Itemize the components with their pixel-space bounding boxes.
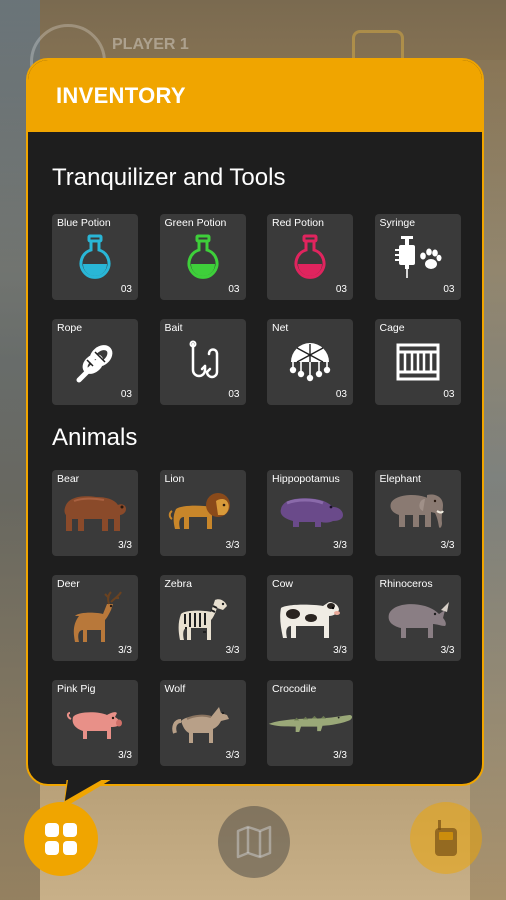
item-count: 3/3	[225, 750, 240, 761]
item-label: Red Potion	[272, 217, 324, 229]
item-count: 03	[228, 389, 240, 400]
item-count: 3/3	[118, 750, 132, 761]
item-blue-potion[interactable]: Blue Potion 03	[52, 214, 138, 300]
net-icon	[267, 337, 353, 387]
item-label: Crocodile	[272, 683, 317, 695]
red-potion-icon	[267, 232, 353, 282]
item-count: 3/3	[333, 645, 347, 656]
item-label: Hippopotamus	[272, 473, 340, 485]
item-label: Bait	[164, 322, 183, 334]
item-count: 3/3	[440, 540, 455, 551]
walkie-talkie-button[interactable]	[410, 802, 482, 874]
grid-menu-icon	[45, 823, 77, 855]
animal-zebra[interactable]: Zebra 3/3	[159, 575, 246, 661]
item-red-potion[interactable]: Red Potion 03	[267, 214, 353, 300]
item-label: Syringe	[379, 217, 416, 229]
item-bait[interactable]: Bait 03	[159, 319, 246, 405]
item-count: 3/3	[333, 540, 347, 551]
tools-grid: Blue Potion 03 Green Potion 03 Red Potio…	[52, 214, 461, 405]
item-count: 3/3	[118, 645, 132, 656]
item-count: 03	[335, 284, 347, 295]
item-count: 3/3	[440, 645, 455, 656]
tools-section-title: Tranquilizer and Tools	[52, 164, 286, 191]
animal-deer[interactable]: Deer 3/3	[52, 575, 138, 661]
syringe-icon	[375, 232, 461, 282]
item-net[interactable]: Net 03	[267, 319, 353, 405]
item-green-potion[interactable]: Green Potion 03	[159, 214, 246, 300]
elephant-icon	[375, 488, 461, 538]
bait-hook-icon	[160, 337, 246, 387]
animals-grid: Bear 3/3 Lion 3/3 Hippopotamus 3/3 Eleph…	[52, 470, 461, 766]
animal-lion[interactable]: Lion 3/3	[159, 470, 246, 556]
item-label: Net	[272, 322, 289, 334]
item-count: 3/3	[333, 750, 347, 761]
item-label: Cow	[272, 578, 294, 590]
inventory-title: INVENTORY	[56, 83, 186, 108]
item-count: 3/3	[225, 645, 240, 656]
item-count: 3/3	[118, 540, 132, 551]
pig-icon	[52, 698, 138, 748]
crocodile-icon	[267, 698, 353, 748]
item-label: Deer	[57, 578, 80, 590]
item-label: Rhinoceros	[379, 578, 433, 590]
item-label: Lion	[164, 473, 185, 485]
lion-icon	[160, 488, 246, 538]
inventory-header: INVENTORY	[28, 60, 482, 132]
item-label: Pink Pig	[57, 683, 96, 695]
zebra-icon	[160, 593, 246, 643]
item-label: Bear	[57, 473, 80, 485]
animal-cow[interactable]: Cow 3/3	[267, 575, 353, 661]
map-icon	[236, 825, 272, 859]
rope-icon	[52, 337, 138, 387]
deer-icon	[52, 591, 138, 643]
item-cage[interactable]: Cage 03	[374, 319, 461, 405]
player-label: PLAYER 1	[112, 36, 189, 53]
wolf-icon	[160, 698, 246, 748]
item-count: 03	[120, 284, 132, 295]
cage-icon	[375, 337, 461, 387]
map-button[interactable]	[218, 806, 290, 878]
item-count: 03	[228, 284, 240, 295]
item-label: Blue Potion	[57, 217, 111, 229]
inventory-menu-button[interactable]	[24, 802, 98, 876]
bear-icon	[52, 488, 138, 538]
item-rope[interactable]: Rope 03	[52, 319, 138, 405]
item-label: Wolf	[164, 683, 186, 695]
item-count: 03	[335, 389, 347, 400]
item-count: 03	[443, 389, 455, 400]
item-count: 03	[443, 284, 455, 295]
animal-hippopotamus[interactable]: Hippopotamus 3/3	[267, 470, 353, 556]
item-label: Rope	[57, 322, 83, 334]
green-potion-icon	[160, 232, 246, 282]
item-label: Green Potion	[164, 217, 227, 229]
animal-pink-pig[interactable]: Pink Pig 3/3	[52, 680, 138, 766]
walkie-talkie-icon	[435, 820, 457, 856]
item-count: 03	[120, 389, 132, 400]
animal-wolf[interactable]: Wolf 3/3	[159, 680, 246, 766]
animals-section-title: Animals	[52, 424, 138, 451]
item-count: 3/3	[225, 540, 240, 551]
rhino-icon	[375, 593, 461, 643]
item-label: Cage	[379, 322, 405, 334]
item-label: Zebra	[164, 578, 192, 590]
animal-bear[interactable]: Bear 3/3	[52, 470, 138, 556]
animal-rhinoceros[interactable]: Rhinoceros 3/3	[374, 575, 461, 661]
item-syringe[interactable]: Syringe 03	[374, 214, 461, 300]
blue-potion-icon	[52, 232, 138, 282]
item-label: Elephant	[379, 473, 421, 485]
inventory-panel: INVENTORY Tranquilizer and Tools Blue Po…	[26, 58, 484, 786]
animal-elephant[interactable]: Elephant 3/3	[374, 470, 461, 556]
animal-crocodile[interactable]: Crocodile 3/3	[267, 680, 353, 766]
hippo-icon	[267, 488, 353, 538]
cow-icon	[267, 593, 353, 643]
